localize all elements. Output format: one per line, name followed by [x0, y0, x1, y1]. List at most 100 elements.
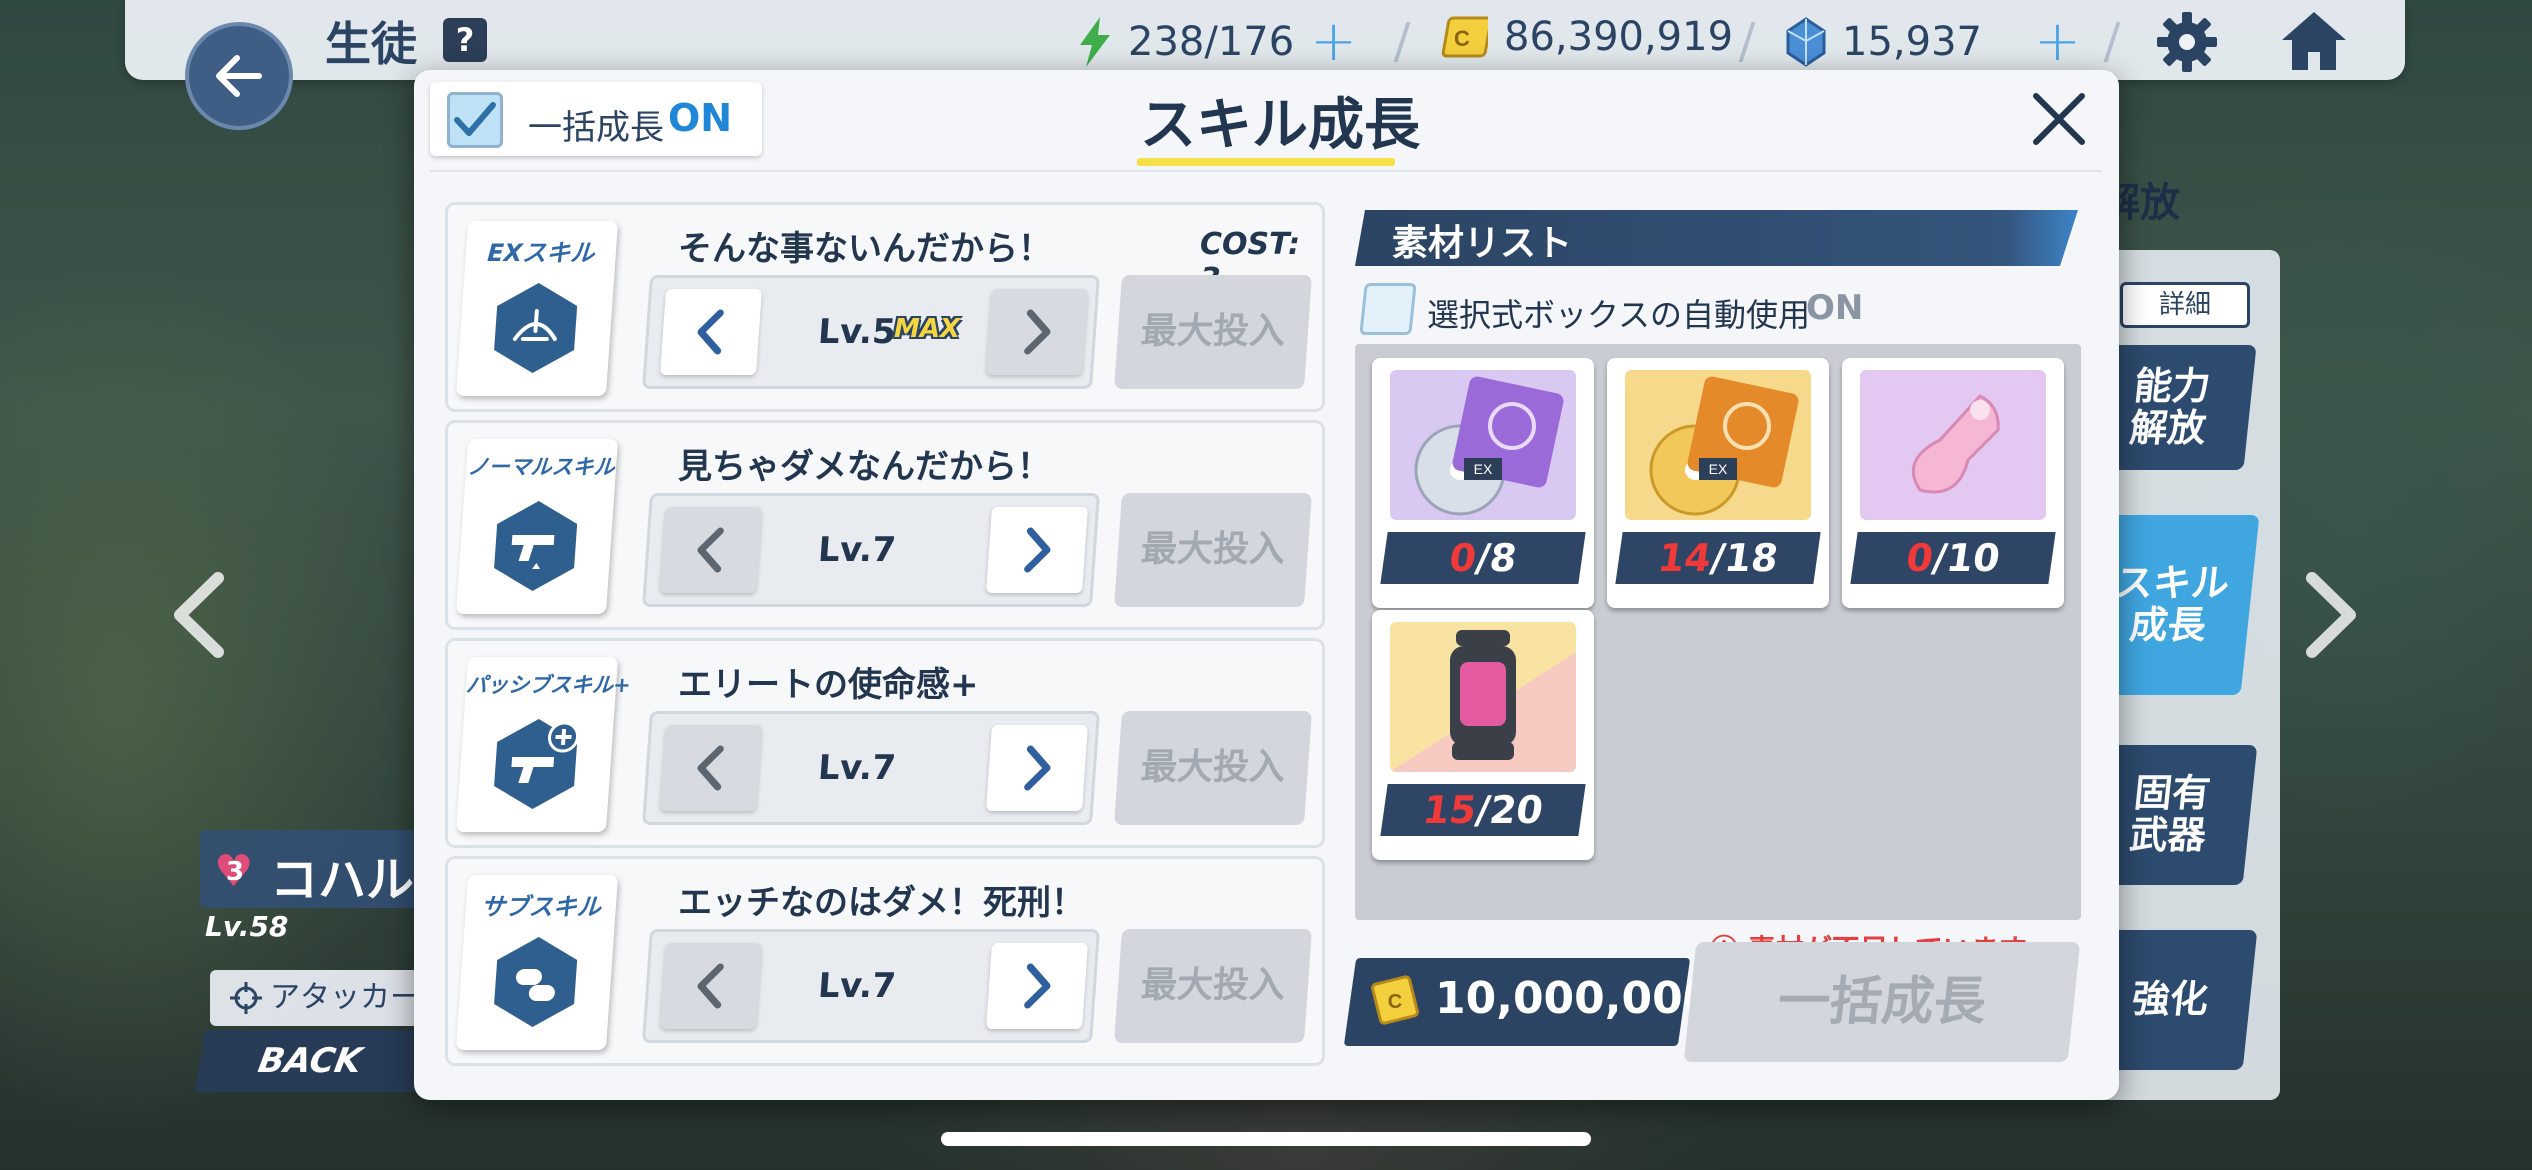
level-decrease-button[interactable] [659, 289, 763, 375]
level-selector: Lv.5 [642, 275, 1100, 389]
level-increase-button[interactable] [985, 507, 1089, 593]
level-decrease-button[interactable] [659, 725, 763, 811]
material-item[interactable]: 15/20 [1372, 610, 1594, 860]
modal-title: スキル成長 [1140, 93, 1420, 158]
close-icon[interactable] [2028, 88, 2090, 150]
max-invest-button[interactable]: 最大投入 [1114, 275, 1312, 389]
skill-name: エリートの使命感+ [678, 665, 979, 705]
skill-card[interactable]: パッシブスキル+ [455, 657, 632, 832]
material-need: /10 [1929, 536, 2003, 580]
ap-display: 238/176 + [1078, 14, 1357, 70]
credits-display: C 86,390,919 [1438, 14, 1733, 60]
material-item[interactable]: EX 0/8 [1372, 358, 1594, 608]
auto-use-checkbox[interactable] [1359, 283, 1417, 335]
skill-row-sub: サブスキル エッチなのはダメ！死刑！ Lv.7 最大投入 [445, 856, 1325, 1066]
skill-type-label: ノーマルスキル [466, 455, 616, 479]
chevron-left-icon [697, 309, 724, 355]
material-item[interactable]: EX 14/18 [1607, 358, 1829, 608]
credit-icon: C [1441, 16, 1488, 58]
material-item[interactable]: 0/10 [1842, 358, 2064, 608]
svg-text:C: C [1388, 991, 1402, 1013]
bulk-growth-state: ON [668, 96, 733, 140]
level-increase-button[interactable] [985, 289, 1089, 375]
level-increase-button[interactable] [985, 943, 1089, 1029]
chevron-left-icon [697, 745, 724, 791]
material-need: /18 [1707, 536, 1781, 580]
bulk-growth-label: 一括成長 [528, 108, 664, 148]
skill-card[interactable]: EXスキル [455, 221, 619, 396]
skill-name: そんな事ないんだから！ [678, 229, 1052, 269]
skill-row-passive: パッシブスキル+ エリートの使命感+ Lv.7 最大投入 [445, 638, 1325, 848]
material-need: /20 [1472, 788, 1546, 832]
add-gems-button[interactable]: + [2034, 14, 2081, 70]
skill-type-label: サブスキル [479, 893, 602, 921]
chevron-right-icon [1024, 745, 1051, 791]
settings-gear-icon[interactable] [2155, 10, 2219, 74]
skill-name: エッチなのはダメ！死刑！ [678, 883, 1085, 923]
cost-label: COST [1200, 227, 1288, 262]
pink-artifact-icon [1860, 370, 2046, 520]
level-selector: Lv.7 [642, 493, 1100, 607]
svg-text:C: C [1454, 26, 1470, 51]
lantern-item-icon [1390, 622, 1576, 772]
chevron-right-icon [1024, 309, 1051, 355]
auto-use-state: ON [1806, 288, 1864, 328]
credits-value: 86,390,919 [1504, 14, 1734, 60]
level-decrease-button[interactable] [659, 943, 763, 1029]
material-count: 0/10 [1850, 532, 2056, 584]
pyroxene-icon [1786, 17, 1826, 67]
character-name: コハル [270, 852, 415, 908]
back-label[interactable]: BACK [194, 1030, 426, 1092]
material-count: 14/18 [1615, 532, 1821, 584]
material-count: 0/8 [1380, 532, 1586, 584]
skill-row-ex: EXスキル そんな事ないんだから！ COST: 3 Lv.5 最大投入 [445, 202, 1325, 412]
material-need: /8 [1472, 536, 1520, 580]
crosshair-icon [230, 982, 262, 1014]
bulk-growth-button[interactable]: 一括成長 [1683, 942, 2081, 1062]
skill-card[interactable]: サブスキル [455, 875, 619, 1050]
bow-skill-icon [494, 283, 578, 373]
gems-display: 15,937 + [1786, 14, 2081, 70]
add-ap-button[interactable]: + [1310, 14, 1357, 70]
max-level-badge: MAX [894, 314, 961, 344]
pistol-skill-icon [494, 501, 578, 591]
prev-student-arrow-icon[interactable] [170, 570, 230, 660]
checkmark-icon [454, 102, 496, 136]
modal-divider [430, 170, 2102, 172]
skill-type-label: EXスキル [486, 239, 596, 267]
help-icon[interactable]: ? [443, 18, 487, 62]
back-button[interactable] [185, 22, 293, 130]
pistol-plus-skill-icon [494, 719, 580, 809]
auto-use-label: 選択式ボックスの自動使用 [1427, 296, 1811, 334]
ex-disc-gold-icon: EX [1625, 370, 1811, 520]
home-icon[interactable] [2280, 8, 2348, 74]
skill-level: Lv.7 [816, 530, 898, 570]
bulk-growth-checkbox[interactable] [447, 92, 503, 148]
chevron-left-icon [697, 963, 724, 1009]
home-indicator[interactable] [941, 1132, 1591, 1146]
svg-text:EX: EX [1709, 461, 1728, 477]
detail-button[interactable]: 詳細 [2120, 282, 2250, 328]
ex-disc-purple-icon: EX [1390, 370, 1576, 520]
skill-type-label: パッシブスキル+ [465, 673, 632, 697]
chevron-left-icon [697, 527, 724, 573]
level-selector: Lv.7 [642, 711, 1100, 825]
max-invest-button[interactable]: 最大投入 [1114, 711, 1312, 825]
next-student-arrow-icon[interactable] [2300, 570, 2360, 660]
character-level: Lv.58 [205, 910, 289, 943]
max-invest-button[interactable]: 最大投入 [1114, 493, 1312, 607]
svg-text:EX: EX [1474, 461, 1493, 477]
screen-title: 生徒 [325, 17, 417, 71]
level-increase-button[interactable] [985, 725, 1089, 811]
max-invest-button[interactable]: 最大投入 [1114, 929, 1312, 1043]
chevron-right-icon [1024, 527, 1051, 573]
arrow-left-icon [216, 55, 262, 97]
credit-cost-amount: 10,000,000 [1435, 973, 1714, 1024]
skill-level: Lv.7 [816, 748, 898, 788]
material-have: 14 [1655, 536, 1715, 580]
bond-level: 3 [226, 857, 245, 887]
material-have: 15 [1420, 788, 1480, 832]
skill-card[interactable]: ノーマルスキル [455, 439, 619, 614]
skill-row-normal: ノーマルスキル 見ちゃダメなんだから！ Lv.7 最大投入 [445, 420, 1325, 630]
level-decrease-button[interactable] [659, 507, 763, 593]
